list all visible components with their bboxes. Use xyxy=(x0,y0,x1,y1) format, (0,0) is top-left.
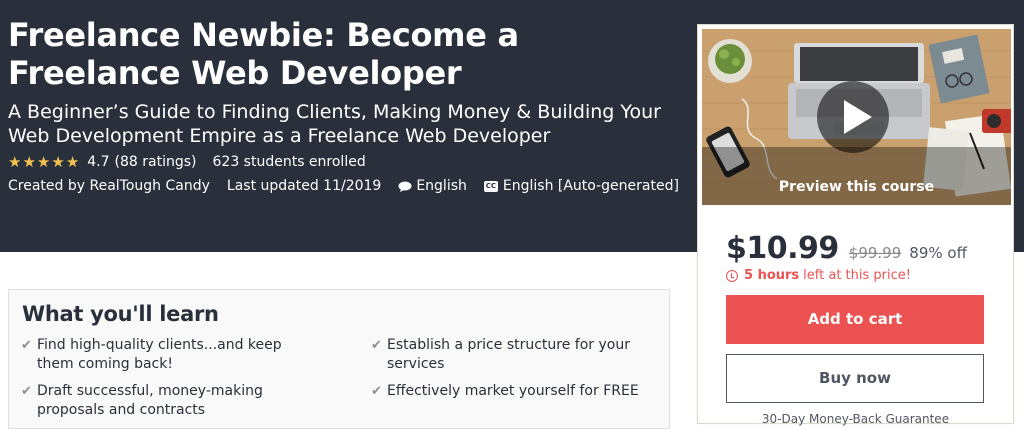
what-you-will-learn: What you'll learn ✔ Find high-quality cl… xyxy=(8,289,670,429)
play-icon[interactable] xyxy=(817,81,889,153)
timer-hours: 5 hours xyxy=(744,268,800,283)
learn-item-text: Effectively market yourself for FREE xyxy=(387,383,639,399)
star-icon: ★ xyxy=(8,152,22,171)
created-by[interactable]: Created by RealTough Candy xyxy=(8,178,210,194)
rating-row: ★ ★ ★ ★ ★ 4.7 (88 ratings) 623 students … xyxy=(8,153,366,171)
check-icon: ✔ xyxy=(371,338,382,353)
course-subtitle: A Beginner’s Guide to Finding Clients, M… xyxy=(8,101,661,147)
captions-label: English [Auto-generated] xyxy=(502,178,679,194)
learn-title: What you'll learn xyxy=(22,302,219,326)
learn-item: ✔ Find high-quality clients...and keep t… xyxy=(9,336,297,374)
rating-count[interactable]: (88 ratings) xyxy=(115,154,197,170)
students-enrolled: 623 students enrolled xyxy=(212,154,366,170)
preview-label[interactable]: Preview this course xyxy=(702,179,1011,195)
language-label: English xyxy=(416,178,467,194)
rating-value: 4.7 xyxy=(87,154,110,170)
language: English xyxy=(398,178,467,194)
learn-item-text: Establish a price structure for your ser… xyxy=(387,337,630,372)
check-icon: ✔ xyxy=(21,384,32,399)
price-timer: 5 hours left at this price! xyxy=(726,268,911,283)
check-icon: ✔ xyxy=(21,338,32,353)
course-preview[interactable]: Preview this course xyxy=(702,29,1011,205)
add-to-cart-button[interactable]: Add to cart xyxy=(726,295,984,344)
money-back-guarantee: 30-Day Money-Back Guarantee xyxy=(761,412,950,426)
learn-item-text: Draft successful, money-making proposals… xyxy=(37,383,263,418)
buy-now-button[interactable]: Buy now xyxy=(726,354,984,403)
learn-item: ✔ Establish a price structure for your s… xyxy=(359,336,647,374)
purchase-sidebar: Preview this course $10.99 $99.99 89% of… xyxy=(697,24,1014,426)
alarm-clock-icon xyxy=(726,269,738,282)
price-row: $10.99 $99.99 89% off xyxy=(726,231,967,266)
star-icon: ★ xyxy=(36,152,51,171)
star-icon: ★ xyxy=(51,152,65,171)
check-icon: ✔ xyxy=(371,384,382,399)
original-price: $99.99 xyxy=(848,244,902,262)
learn-item: ✔ Draft successful, money-making proposa… xyxy=(9,382,297,420)
course-meta: Created by RealTough Candy Last updated … xyxy=(8,178,679,194)
star-icon: ★ xyxy=(22,152,36,171)
timer-text: left at this price! xyxy=(803,268,911,283)
learn-item-text: Find high-quality clients...and keep the… xyxy=(37,337,282,372)
captions: CC English [Auto-generated] xyxy=(483,178,679,194)
last-updated: Last updated 11/2019 xyxy=(226,178,382,194)
course-title: Freelance Newbie: Become a Freelance Web… xyxy=(8,16,519,92)
learn-item: ✔ Effectively market yourself for FREE xyxy=(359,382,647,401)
star-icon: ★ xyxy=(65,152,80,171)
closed-captions-icon: CC xyxy=(483,180,498,192)
speech-bubble-icon xyxy=(398,181,412,192)
rating-stars: ★ ★ ★ ★ ★ xyxy=(8,152,80,171)
discount-percent: 89% off xyxy=(909,244,967,262)
current-price: $10.99 xyxy=(726,231,839,266)
